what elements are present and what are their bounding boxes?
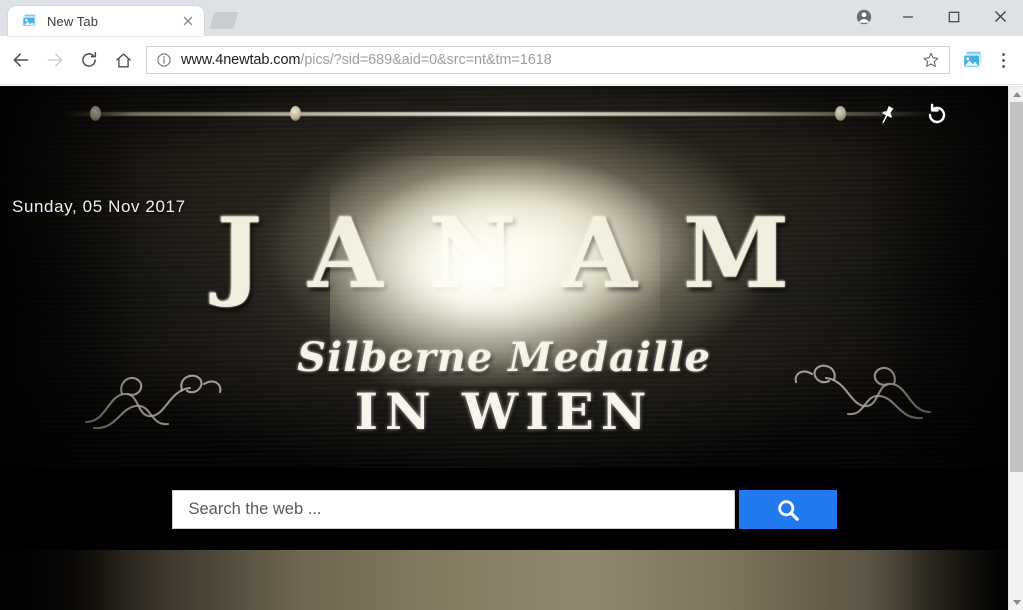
bookmark-star-icon <box>923 52 939 67</box>
minimize-button[interactable] <box>885 0 931 33</box>
browser-window: New Tab www.4newtab.com/pics/?sid=689&ai… <box>0 0 1023 610</box>
search-button[interactable] <box>738 490 837 529</box>
maximize-icon <box>948 11 960 22</box>
new-tab-icon <box>209 12 239 29</box>
reload-icon <box>82 52 97 67</box>
pin-icon <box>882 106 894 124</box>
hero-knob <box>290 106 301 121</box>
browser-toolbar: www.4newtab.com/pics/?sid=689&aid=0&src=… <box>0 36 1023 85</box>
refresh-icon <box>928 103 946 124</box>
address-bar[interactable]: www.4newtab.com/pics/?sid=689&aid=0&src=… <box>146 46 950 74</box>
close-window-button[interactable] <box>977 0 1023 33</box>
three-dot-menu-icon <box>1001 51 1005 69</box>
forward-arrow-icon <box>47 53 63 67</box>
hero-letter: N <box>428 196 519 310</box>
new-tab-page: J A N A M Silberne Medaille IN WIEN Sund… <box>0 86 1008 610</box>
hero-knob <box>835 106 846 121</box>
vertical-scrollbar[interactable] <box>1008 86 1023 610</box>
piano-backwall <box>0 550 1008 610</box>
page-info-icon[interactable] <box>156 52 172 68</box>
address-bar-path: /pics/?sid=689&aid=0&src=nt&tm=1618 <box>300 52 552 68</box>
home-icon <box>115 52 131 68</box>
close-icon[interactable] <box>180 13 196 29</box>
account-avatar-icon <box>856 9 872 24</box>
scroll-up-arrow-icon <box>1012 91 1021 97</box>
search-magnifier-icon <box>777 499 799 521</box>
hero-letter: A <box>308 196 385 310</box>
home-button[interactable] <box>106 43 140 77</box>
back-button[interactable] <box>4 43 38 77</box>
extension-photo-icon <box>963 51 981 68</box>
scrollbar-thumb[interactable] <box>1010 102 1023 472</box>
back-arrow-icon <box>13 53 29 67</box>
reload-button[interactable] <box>72 43 106 77</box>
hero-letter: M <box>682 196 792 310</box>
hero-letter: A <box>562 196 639 310</box>
page-viewport: J A N A M Silberne Medaille IN WIEN Sund… <box>0 86 1023 610</box>
hero-background-image: J A N A M Silberne Medaille IN WIEN Sund… <box>0 86 1008 468</box>
browser-menu-button[interactable] <box>989 44 1017 76</box>
account-avatar-button[interactable] <box>843 0 885 33</box>
scroll-down-button[interactable] <box>1009 594 1023 610</box>
piano-image <box>0 550 1008 610</box>
photo-icon <box>22 14 36 27</box>
search-input[interactable] <box>188 500 718 519</box>
scroll-up-button[interactable] <box>1009 86 1023 102</box>
hero-rail <box>60 112 948 116</box>
bookmark-button[interactable] <box>919 48 943 72</box>
close-window-icon <box>994 11 1006 22</box>
minimize-icon <box>903 15 913 18</box>
date-label: Sunday, 05 Nov 2017 <box>12 197 186 216</box>
tab-strip: New Tab <box>0 0 240 36</box>
search-row <box>0 490 1008 529</box>
hero-controls <box>874 102 950 128</box>
hero-filigree-icon <box>794 364 932 420</box>
address-bar-url: www.4newtab.com/pics/?sid=689&aid=0&src=… <box>181 52 919 68</box>
search-input-wrapper[interactable] <box>171 490 735 529</box>
maximize-button[interactable] <box>931 0 977 33</box>
address-bar-host: www.4newtab.com <box>181 52 301 68</box>
tab-title: New Tab <box>47 13 99 29</box>
forward-button[interactable] <box>38 43 72 77</box>
new-tab-button[interactable] <box>209 10 240 32</box>
window-controls <box>843 0 1023 33</box>
hero-knob <box>90 106 101 121</box>
title-bar: New Tab <box>0 0 1023 36</box>
browser-tab[interactable]: New Tab <box>8 6 204 36</box>
hero-filigree-icon <box>84 374 222 430</box>
refresh-button[interactable] <box>924 102 950 128</box>
pin-button[interactable] <box>874 102 900 128</box>
extension-button[interactable] <box>957 44 989 76</box>
scroll-down-arrow-icon <box>1012 599 1021 605</box>
hero-letter: J <box>216 196 265 310</box>
